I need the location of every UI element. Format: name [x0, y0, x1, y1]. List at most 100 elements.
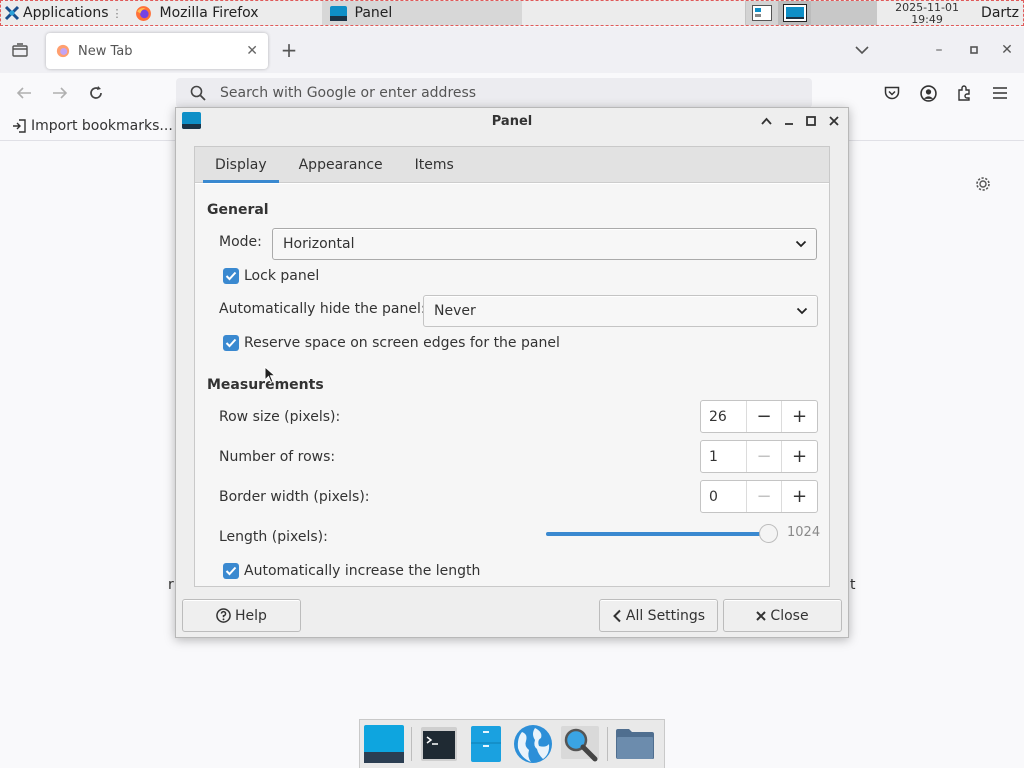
reserve-space-label: Reserve space on screen edges for the pa… — [244, 335, 560, 351]
url-bar-placeholder: Search with Google or enter address — [220, 85, 477, 101]
taskbar-item-panel[interactable]: Panel — [321, 1, 522, 25]
tab-appearance[interactable]: Appearance — [287, 147, 395, 182]
auto-length-label: Automatically increase the length — [244, 563, 481, 579]
workspace-1-button[interactable] — [745, 1, 779, 25]
border-width-value[interactable]: 0 — [701, 481, 747, 512]
web-browser-launcher[interactable] — [513, 724, 553, 764]
import-bookmarks-button[interactable]: Import bookmarks... — [12, 118, 173, 134]
dialog-minimize-button[interactable] — [780, 112, 798, 130]
close-tab-icon[interactable]: ✕ — [246, 43, 258, 59]
chevron-down-icon — [795, 240, 807, 248]
row-size-decrement-button[interactable]: − — [747, 401, 782, 432]
length-label: Length (pixels): — [219, 529, 328, 545]
back-button[interactable] — [14, 83, 34, 103]
firefox-icon — [135, 5, 151, 21]
rows-decrement-button[interactable]: − — [747, 441, 782, 472]
window-maximize-button[interactable] — [965, 40, 983, 60]
border-width-increment-button[interactable]: + — [782, 481, 817, 512]
dialog-maximize-button[interactable] — [802, 112, 820, 130]
rows-increment-button[interactable]: + — [782, 441, 817, 472]
maximize-icon — [806, 116, 816, 126]
show-desktop-launcher[interactable] — [364, 724, 404, 764]
close-icon — [829, 116, 839, 126]
mouse-cursor-icon — [264, 366, 276, 384]
list-all-tabs-button[interactable] — [852, 40, 872, 60]
autohide-label: Automatically hide the panel: — [219, 301, 426, 317]
background-text-fragment: t — [850, 577, 856, 593]
dialog-shade-button[interactable] — [757, 112, 775, 130]
auto-length-checkbox[interactable]: Automatically increase the length — [223, 563, 480, 579]
arrow-right-icon — [53, 87, 68, 99]
close-icon — [756, 610, 767, 621]
terminal-icon — [421, 727, 457, 761]
checkbox-checked-icon — [223, 268, 239, 284]
help-button[interactable]: Help — [182, 599, 301, 632]
length-slider-fill — [546, 532, 768, 536]
background-text-fragment: r — [168, 577, 174, 593]
tab-list-button[interactable] — [10, 40, 30, 60]
autohide-value: Never — [434, 303, 476, 319]
new-tab-button[interactable]: + — [278, 38, 300, 62]
pocket-button[interactable] — [882, 83, 902, 103]
file-manager-launcher[interactable] — [466, 724, 506, 764]
newtab-settings-button[interactable] — [972, 173, 994, 195]
forward-button[interactable] — [50, 83, 70, 103]
app-finder-launcher[interactable] — [560, 724, 600, 764]
lock-panel-checkbox[interactable]: Lock panel — [223, 268, 319, 284]
window-minimize-button[interactable]: – — [930, 40, 948, 60]
account-button[interactable] — [918, 83, 938, 103]
length-slider-knob[interactable] — [759, 524, 778, 543]
minimize-icon — [785, 123, 793, 125]
dialog-close-button[interactable] — [825, 112, 843, 130]
general-heading: General — [207, 202, 269, 218]
reload-button[interactable] — [86, 83, 106, 103]
browser-tab-new-tab[interactable]: New Tab ✕ — [46, 33, 268, 69]
settings-notebook: Display Appearance Items General Mode: H… — [194, 146, 830, 587]
row-size-increment-button[interactable]: + — [782, 401, 817, 432]
close-button[interactable]: Close — [723, 599, 842, 632]
panel-icon — [329, 5, 347, 21]
import-bookmarks-label: Import bookmarks... — [31, 118, 173, 134]
user-menu[interactable]: Dartz — [977, 1, 1023, 25]
border-width-spinner: 0 − + — [700, 480, 818, 513]
all-settings-button[interactable]: All Settings — [599, 599, 718, 632]
row-size-value[interactable]: 26 — [701, 401, 747, 432]
mode-label: Mode: — [219, 234, 262, 250]
window-close-button[interactable]: ✕ — [998, 40, 1016, 60]
help-label: Help — [235, 607, 267, 624]
taskbar-item-label: Mozilla Firefox — [159, 5, 259, 21]
puzzle-icon — [958, 85, 970, 101]
applications-menu-button[interactable]: Applications ⋮ — [1, 1, 127, 25]
dialog-titlebar[interactable]: Panel — [176, 108, 848, 135]
border-width-decrement-button[interactable]: − — [747, 481, 782, 512]
chevron-down-icon — [855, 46, 869, 55]
bottom-dock — [359, 719, 665, 768]
folder-icon — [616, 729, 654, 759]
workspace-3-button[interactable] — [811, 1, 845, 25]
dialog-title: Panel — [491, 114, 533, 129]
show-desktop-icon — [364, 725, 404, 763]
rows-value[interactable]: 1 — [701, 441, 747, 472]
app-menu-button[interactable] — [990, 83, 1010, 103]
taskbar-item-firefox[interactable]: Mozilla Firefox — [127, 1, 322, 25]
pocket-icon — [884, 86, 900, 99]
firefox-icon — [56, 44, 70, 58]
row-size-spinner: 26 − + — [700, 400, 818, 433]
autohide-dropdown[interactable]: Never — [423, 295, 818, 327]
folder-launcher[interactable] — [615, 724, 655, 764]
extensions-button[interactable] — [954, 83, 974, 103]
workspace-2-button[interactable] — [778, 1, 812, 25]
workspace-4-button[interactable] — [844, 1, 878, 25]
tab-items[interactable]: Items — [403, 147, 466, 182]
reserve-space-checkbox[interactable]: Reserve space on screen edges for the pa… — [223, 335, 560, 351]
chevron-up-icon — [760, 117, 772, 125]
display-tab-pane: General Mode: Horizontal Lock panel Auto… — [195, 184, 829, 586]
tab-display[interactable]: Display — [203, 147, 279, 183]
help-icon — [216, 608, 231, 623]
checkbox-checked-icon — [223, 563, 239, 579]
url-bar[interactable]: Search with Google or enter address — [176, 78, 812, 108]
mode-dropdown[interactable]: Horizontal — [272, 228, 817, 260]
length-slider[interactable] — [546, 522, 778, 544]
clock[interactable]: 2025-11-01 19:49 — [877, 1, 977, 26]
terminal-launcher[interactable] — [419, 724, 459, 764]
